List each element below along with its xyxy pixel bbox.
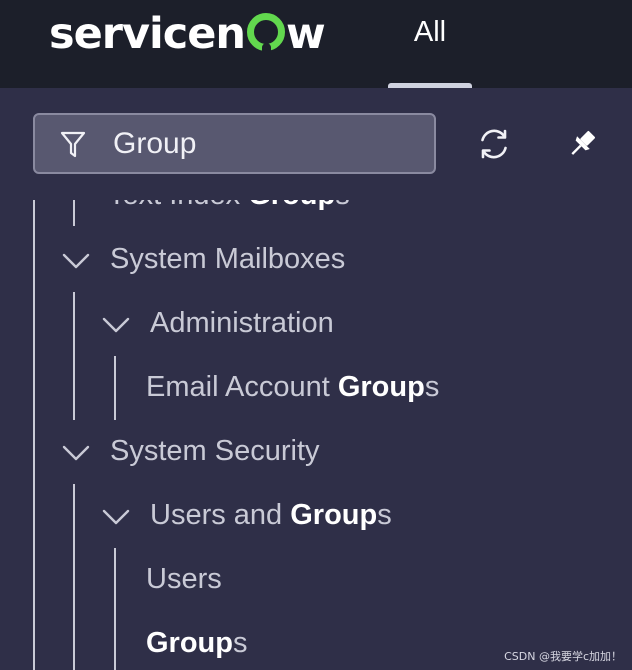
tree-item-label: Email Account	[146, 371, 338, 403]
tab-all-label: All	[413, 16, 447, 48]
search-match: Group	[248, 200, 335, 211]
tree-item-administration[interactable]: Administration	[150, 301, 334, 345]
tree-item-label-suffix: s	[424, 371, 440, 403]
filter-icon	[60, 131, 86, 158]
navigator-filter	[33, 113, 436, 174]
tree-item-system-mailboxes[interactable]: System Mailboxes	[110, 237, 345, 281]
filter-input[interactable]	[113, 124, 413, 164]
tree-item-groups[interactable]: Groups	[146, 621, 248, 665]
tree-guide-line	[73, 200, 75, 226]
tree-item-label: Users and	[150, 499, 291, 531]
tree-item-label-suffix: s	[233, 627, 248, 659]
refresh-icon	[481, 129, 507, 159]
tree-item-label: Text Index	[108, 200, 248, 211]
refresh-button[interactable]	[474, 124, 514, 164]
tree-item-system-security[interactable]: System Security	[110, 429, 320, 473]
navigator-tree: Text Index Groups System Mailboxes Admin…	[0, 200, 632, 670]
chevron-down-icon[interactable]	[61, 429, 91, 473]
top-navigation-bar: servicen w All	[0, 0, 632, 88]
tab-active-indicator	[388, 83, 472, 88]
tree-guide-line	[73, 292, 75, 420]
search-match: Group	[290, 499, 378, 531]
tab-all[interactable]: All	[388, 0, 472, 88]
tree-item-label: System Security	[110, 435, 320, 467]
chevron-down-icon[interactable]	[101, 301, 131, 345]
tree-item-label: Administration	[150, 307, 334, 339]
tree-guide-line	[114, 548, 116, 670]
tree-guide-line	[33, 200, 35, 670]
tree-item-label-suffix: s	[377, 499, 392, 531]
tree-item-label: System Mailboxes	[110, 243, 346, 275]
tree-item-text-index-groups[interactable]: Text Index Groups	[108, 200, 350, 217]
chevron-down-icon[interactable]	[61, 237, 91, 281]
search-match: Group	[146, 627, 233, 659]
pin-button[interactable]	[562, 124, 602, 164]
search-match: Group	[337, 371, 425, 403]
chevron-down-icon[interactable]	[101, 493, 131, 537]
tree-item-label: Users	[146, 563, 222, 595]
tree-item-label-suffix: s	[335, 200, 350, 211]
tree-guide-line	[114, 356, 116, 420]
tree-item-users[interactable]: Users	[146, 557, 222, 601]
tree-item-email-account-groups[interactable]: Email Account Groups	[146, 365, 439, 409]
tree-guide-line	[73, 484, 75, 670]
servicenow-logo[interactable]: servicen w	[49, 6, 326, 62]
pin-icon	[571, 130, 596, 155]
watermark: CSDN @我要学c加加！	[504, 650, 622, 663]
tree-item-users-and-groups[interactable]: Users and Groups	[150, 493, 392, 537]
